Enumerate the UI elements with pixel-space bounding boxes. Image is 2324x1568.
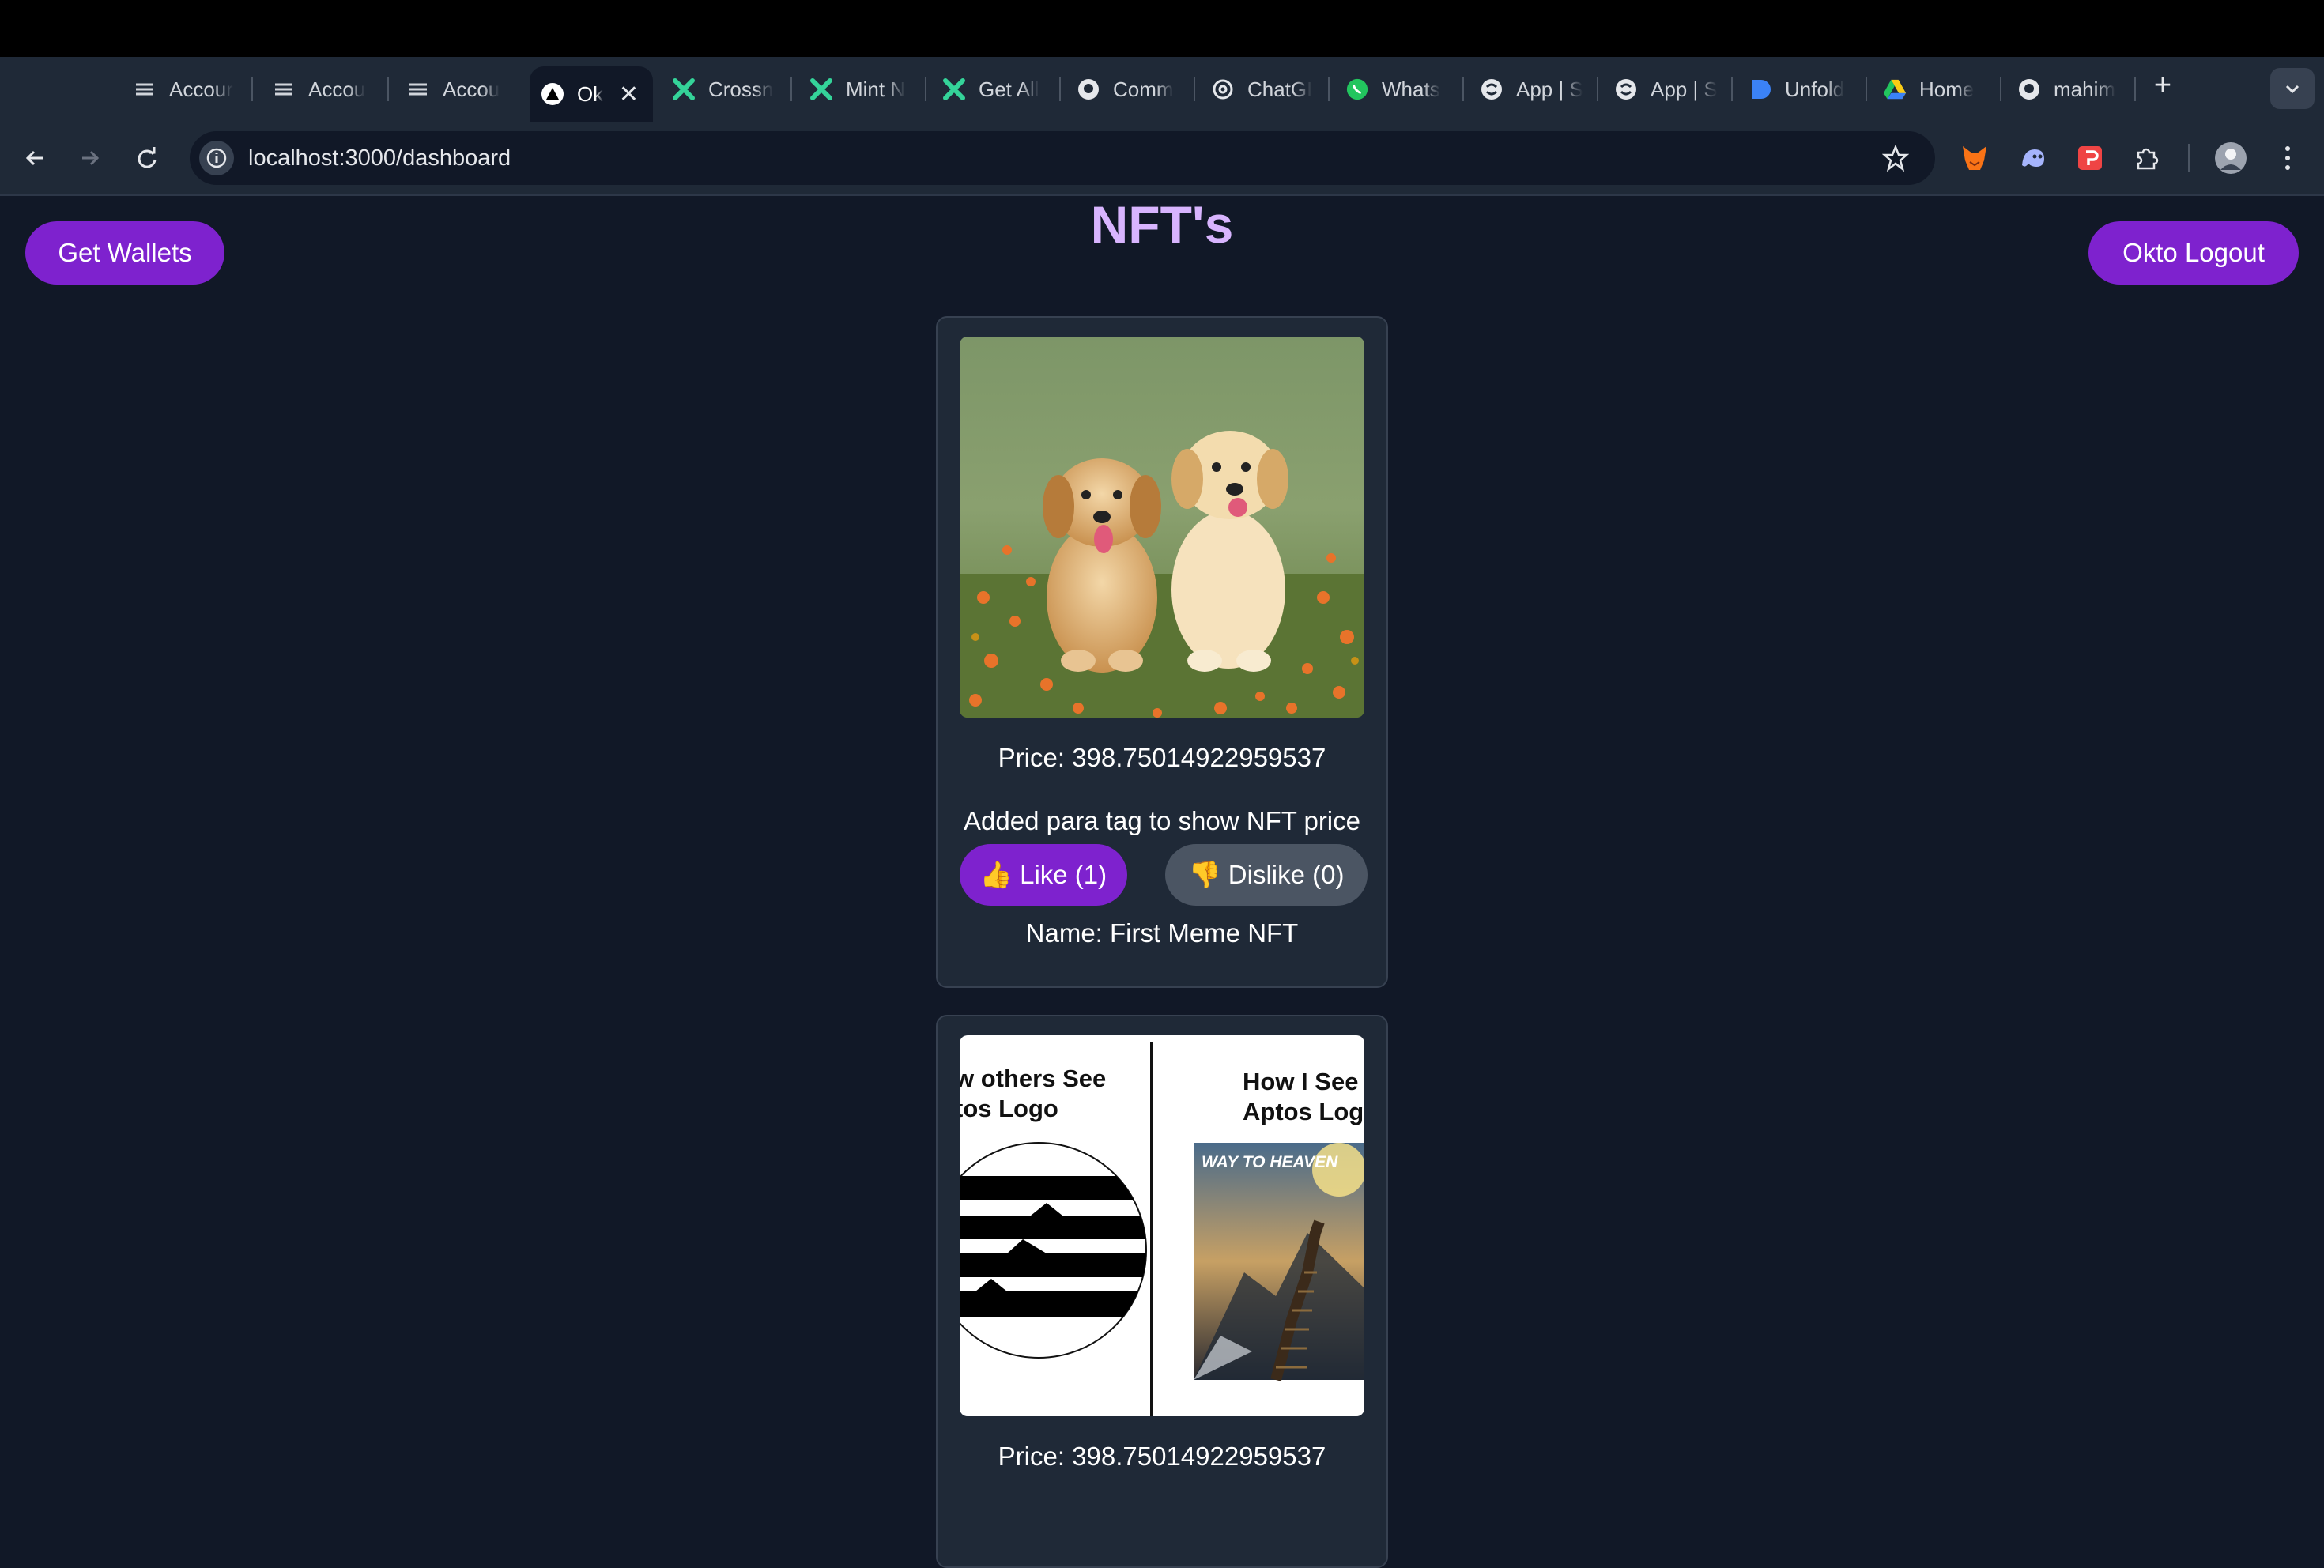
new-tab-button[interactable]: +	[2147, 70, 2179, 101]
github-icon	[1077, 77, 1100, 101]
github-icon	[2017, 77, 2041, 101]
tab[interactable]: Whats	[1345, 66, 1448, 112]
bookmark-star-icon[interactable]	[1880, 142, 1911, 174]
close-tab-icon[interactable]: ✕	[619, 81, 639, 108]
ghost-extension-icon[interactable]	[2016, 141, 2050, 175]
nft-price: Price: 398.75014922959537	[998, 743, 1326, 772]
doc-shape-icon	[1749, 77, 1772, 101]
nft-price: Price: 398.75014922959537	[998, 1442, 1326, 1471]
profile-avatar-icon[interactable]	[2213, 141, 2248, 175]
meme-left-line-2: tos Logo	[960, 1095, 1058, 1122]
page-title: NFT's	[1090, 195, 1234, 254]
whatsapp-icon	[1345, 77, 1369, 101]
tab[interactable]: ChatGI	[1211, 66, 1315, 112]
tab[interactable]: Unfold	[1749, 66, 1851, 112]
meme-right-line-1: How I See	[1243, 1068, 1359, 1095]
reload-button[interactable]	[130, 141, 164, 175]
triangle-logo-icon	[541, 82, 564, 106]
get-wallets-button[interactable]: Get Wallets	[25, 221, 224, 285]
like-button[interactable]: 👍 Like (1)	[960, 844, 1127, 906]
window-top-bar	[0, 0, 2324, 57]
meme-poster-caption: WAY TO HEAVEN	[1202, 1153, 1338, 1171]
tab[interactable]: App | S	[1614, 66, 1717, 112]
tab[interactable]: Comm	[1077, 66, 1181, 112]
layers-icon	[272, 77, 296, 101]
tab[interactable]: Get All	[942, 66, 1045, 112]
tab-active[interactable]: Ok ✕	[530, 66, 653, 122]
browser-toolbar: localhost:3000/dashboard	[0, 122, 2324, 196]
tab[interactable]: App | S	[1480, 66, 1583, 112]
openai-icon	[1211, 77, 1235, 101]
tab[interactable]: Home	[1883, 66, 1986, 112]
layers-icon	[406, 77, 430, 101]
google-drive-icon	[1883, 77, 1907, 101]
reload-icon	[138, 147, 157, 168]
okto-logout-button[interactable]: Okto Logout	[2088, 221, 2299, 285]
crossmint-icon	[672, 77, 696, 101]
dashboard-page: NFT's Get Wallets Okto Logout Price: 398…	[0, 195, 2324, 1568]
tab[interactable]: Accou	[406, 66, 509, 112]
nft-card: Price: 398.75014922959537 Added para tag…	[936, 316, 1388, 988]
crossmint-icon	[942, 77, 966, 101]
arrow-right-icon	[82, 150, 100, 166]
nft-name: Name: First Meme NFT	[1025, 918, 1299, 948]
tab[interactable]: Crossn	[672, 66, 775, 112]
nft-image-aptos-meme: w others See tos Logo How I See Aptos Lo…	[960, 1035, 1364, 1416]
metamask-icon[interactable]	[1957, 141, 1992, 175]
url-text[interactable]: localhost:3000/dashboard	[248, 145, 511, 172]
red-extension-icon[interactable]	[2073, 141, 2107, 175]
back-button[interactable]	[17, 141, 52, 175]
forward-button[interactable]	[73, 141, 108, 175]
tab[interactable]: Accou	[272, 66, 375, 112]
address-bar[interactable]: localhost:3000/dashboard	[190, 131, 1935, 185]
browser-menu-icon[interactable]	[2270, 141, 2305, 175]
dislike-button[interactable]: 👎 Dislike (0)	[1165, 844, 1368, 906]
layers-icon	[133, 77, 157, 101]
nft-image-puppies	[960, 337, 1364, 718]
tab-strip: Accour Accou Accou Ok ✕ Crossn Mint N Ge…	[0, 57, 2324, 122]
chevron-down-icon	[2285, 85, 2299, 94]
tab[interactable]: Mint N	[809, 66, 907, 112]
site-info-icon[interactable]	[199, 141, 234, 175]
nft-description: Added para tag to show NFT price	[964, 806, 1360, 835]
swirl-icon	[1614, 77, 1638, 101]
crossmint-icon	[809, 77, 833, 101]
tab[interactable]: Accour	[133, 66, 243, 112]
tab-search-button[interactable]	[2270, 68, 2315, 109]
nft-card: w others See tos Logo How I See Aptos Lo…	[936, 1015, 1388, 1568]
meme-left-line-1: w others See	[960, 1065, 1107, 1092]
extensions-puzzle-icon[interactable]	[2130, 141, 2164, 175]
tab[interactable]: mahim	[2017, 66, 2120, 112]
meme-right-line-2: Aptos Logo	[1243, 1098, 1364, 1125]
arrow-left-icon	[25, 150, 43, 166]
swirl-icon	[1480, 77, 1503, 101]
